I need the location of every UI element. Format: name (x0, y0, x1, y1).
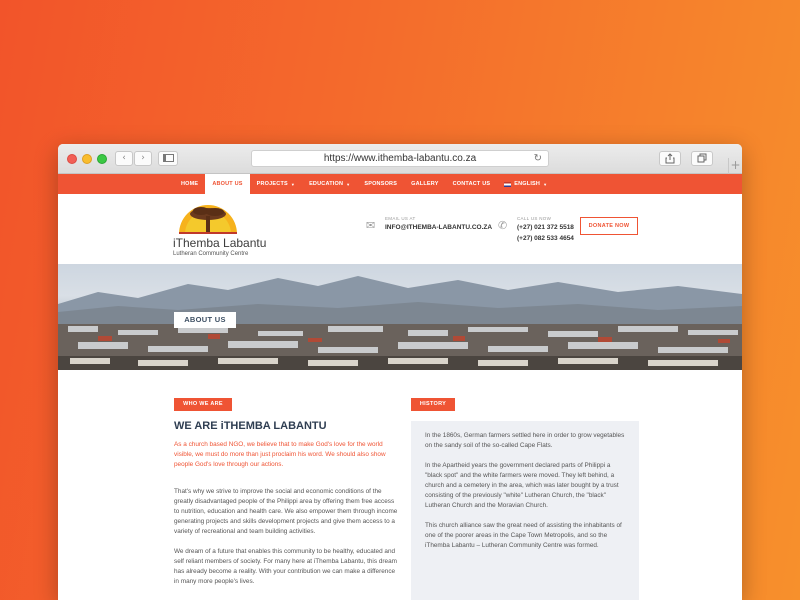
township-landscape-image (58, 276, 742, 370)
menu-item-projects[interactable]: PROJECTS ▼ (250, 174, 302, 194)
site-logo[interactable]: iThemba Labantu Lutheran Community Centr… (171, 202, 266, 262)
phone-icon: ✆ (498, 219, 508, 232)
page-title: ABOUT US (174, 312, 236, 328)
browser-toolbar: ‹ › https://www.ithemba-labantu.co.za ↻ … (58, 144, 742, 174)
history-paragraph: In the 1860s, German farmers settled her… (425, 432, 625, 449)
email-label: EMAIL US AT (385, 216, 416, 221)
sidebar-toggle-button[interactable] (158, 151, 178, 166)
email-link[interactable]: INFO@ITHEMBA-LABANTU.CO.ZA (385, 224, 492, 231)
menu-item-language[interactable]: ENGLISH ▼ (497, 174, 554, 194)
phone-number-2[interactable]: (+27) 082 533 4654 (517, 235, 574, 242)
envelope-icon: ✉ (366, 219, 376, 232)
history-paragraph: In the Apartheid years the government de… (425, 462, 619, 509)
main-content: WHO WE ARE WE ARE iTHEMBA LABANTU As a c… (58, 370, 742, 600)
body-paragraph: That's why we strive to improve the soci… (174, 488, 398, 535)
uk-flag-icon (504, 181, 512, 187)
menu-label: GALLERY (411, 181, 439, 187)
intro-text: As a church based NGO, we believe that t… (174, 441, 386, 468)
chevron-down-icon: ▼ (346, 181, 351, 187)
who-we-are-tag: WHO WE ARE (174, 398, 232, 411)
reload-icon[interactable]: ↻ (534, 151, 542, 166)
share-icon (665, 153, 675, 164)
chevron-down-icon: ▼ (543, 181, 548, 187)
menu-item-sponsors[interactable]: SPONSORS (357, 174, 404, 194)
menu-label: PROJECTS (256, 181, 288, 187)
donate-button[interactable]: DONATE NOW (580, 217, 638, 235)
history-paragraph: This church alliance saw the great need … (425, 522, 622, 549)
menu-item-gallery[interactable]: GALLERY (404, 174, 445, 194)
body-paragraph: We dream of a future that enables this c… (174, 548, 397, 585)
menu-label: HOME (181, 181, 199, 187)
browser-window: ‹ › https://www.ithemba-labantu.co.za ↻ … (58, 144, 742, 600)
forward-button[interactable]: › (134, 151, 152, 166)
menu-label: ABOUT US (212, 181, 243, 187)
menu-item-contact-us[interactable]: CONTACT US (446, 174, 498, 194)
back-button[interactable]: ‹ (115, 151, 133, 166)
history-panel: In the 1860s, German farmers settled her… (411, 421, 639, 600)
section-heading: WE ARE iTHEMBA LABANTU (174, 420, 327, 432)
address-bar[interactable]: https://www.ithemba-labantu.co.za ↻ (251, 150, 549, 167)
logo-name: iThemba Labantu (173, 236, 267, 250)
menu-label: ENGLISH (514, 181, 541, 187)
tabs-icon (697, 153, 707, 163)
menu-item-home[interactable]: HOME (174, 174, 205, 194)
logo-subtitle: Lutheran Community Centre (173, 251, 249, 257)
site-header: iThemba Labantu Lutheran Community Centr… (58, 194, 742, 264)
menu-item-education[interactable]: EDUCATION ▼ (302, 174, 357, 194)
phone-number-1[interactable]: (+27) 021 372 5518 (517, 224, 574, 231)
minimize-window-button[interactable] (82, 154, 92, 164)
tab-overview-button[interactable] (691, 151, 713, 166)
sidebar-icon (162, 154, 174, 162)
maximize-window-button[interactable] (97, 154, 107, 164)
menu-item-about-us[interactable]: ABOUT US (205, 174, 250, 194)
url-text: https://www.ithemba-labantu.co.za (323, 153, 477, 164)
chevron-down-icon: ▼ (290, 181, 296, 187)
menu-label: CONTACT US (452, 181, 491, 187)
phone-label: CALL US NOW (517, 216, 552, 221)
hero-banner: ABOUT US (58, 264, 742, 370)
close-window-button[interactable] (67, 154, 77, 164)
menu-label: EDUCATION (309, 181, 344, 187)
menu-label: SPONSORS (364, 181, 398, 187)
tree-sun-logo-icon (179, 205, 237, 234)
new-tab-button[interactable]: + (728, 158, 742, 174)
share-button[interactable] (659, 151, 681, 166)
history-tag: HISTORY (411, 398, 455, 411)
main-menu: HOME ABOUT US PROJECTS ▼ EDUCATION ▼ SPONS… (58, 174, 742, 194)
